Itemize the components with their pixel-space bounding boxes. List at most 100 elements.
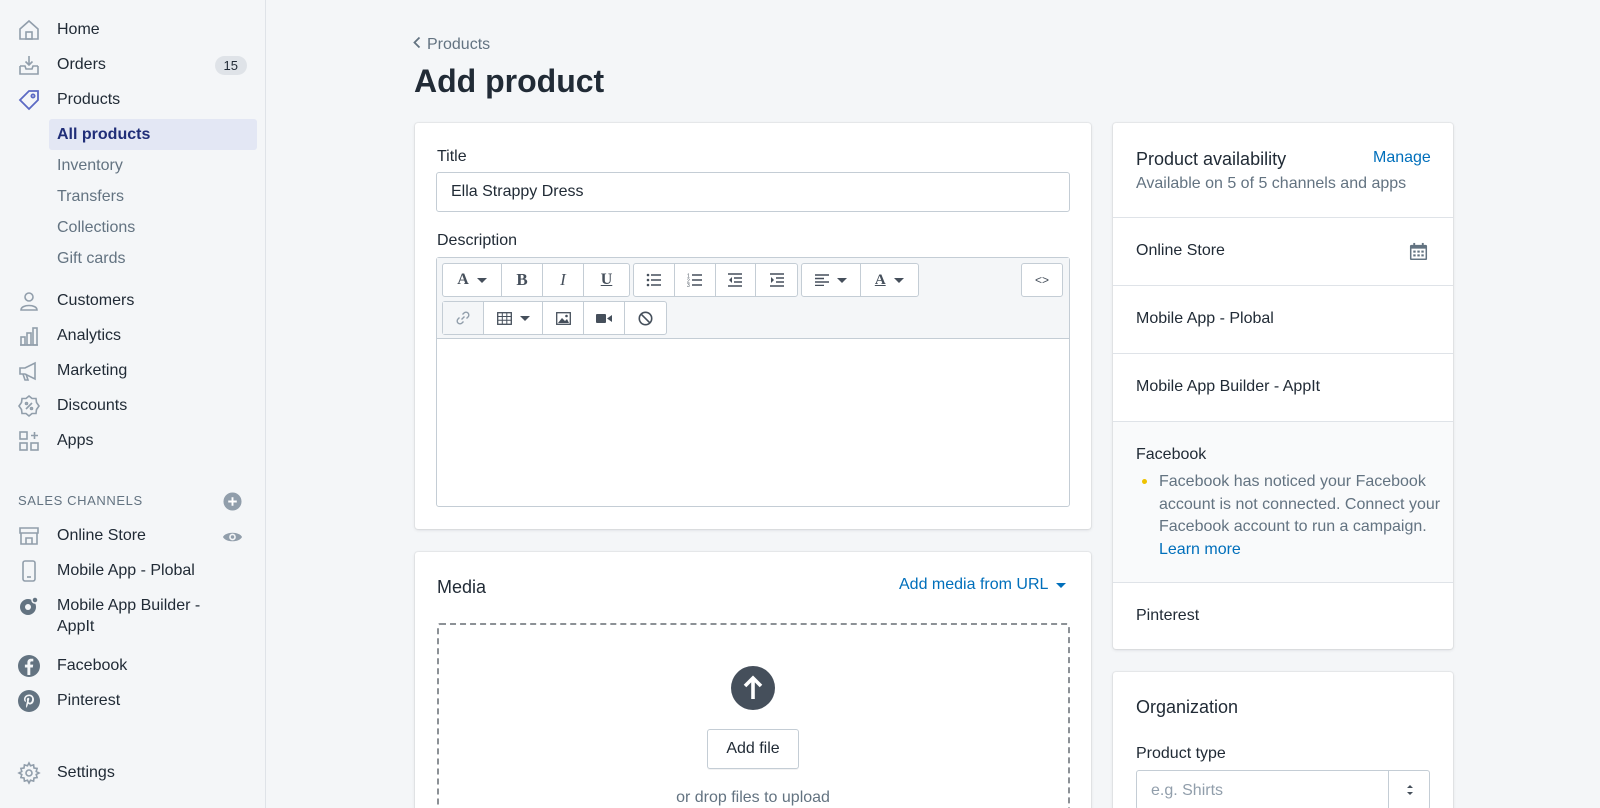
italic-icon: I — [560, 270, 566, 289]
pinterest-icon — [17, 689, 41, 713]
view-store-eye-icon[interactable] — [222, 528, 243, 546]
font-icon: A — [457, 271, 469, 288]
outdent-icon — [728, 273, 743, 287]
description-editor: A B I U 123 A <> — [436, 257, 1070, 507]
nav-apps-label: Apps — [57, 432, 94, 449]
nav-products-label: Products — [57, 91, 121, 108]
add-media-from-url-button[interactable]: Add media from URL — [899, 576, 1067, 594]
facebook-icon — [17, 654, 41, 678]
bold-icon: B — [516, 270, 528, 289]
discount-icon — [17, 394, 41, 418]
subnav-all-products[interactable]: All products — [49, 119, 257, 150]
underline-icon: U — [600, 271, 613, 288]
caret-down-icon — [1056, 582, 1067, 588]
color-dropdown-caret-icon — [893, 277, 904, 283]
nav-customers-label: Customers — [57, 292, 135, 309]
insert-image-button[interactable] — [543, 302, 584, 334]
title-input[interactable]: Ella Strappy Dress — [436, 172, 1070, 212]
page-title: Add product — [414, 63, 605, 99]
nav-home-label: Home — [57, 21, 100, 38]
customers-icon — [17, 289, 41, 313]
indent-icon — [769, 273, 784, 287]
list-indent-group: 123 — [633, 263, 798, 297]
link-icon — [456, 311, 470, 325]
insert-group — [442, 301, 667, 335]
media-dropzone[interactable] — [437, 623, 1070, 808]
home-icon — [17, 18, 41, 42]
align-dropdown-caret-icon — [836, 277, 847, 283]
channel-appit-label: Mobile App Builder - AppIt — [57, 595, 200, 637]
availability-subtitle: Available on 5 of 5 channels and apps — [1136, 175, 1407, 192]
link-button[interactable] — [443, 302, 484, 334]
availability-online-store: Online Store — [1136, 242, 1225, 259]
html-code-button[interactable]: <> — [1022, 264, 1062, 296]
text-format-group: A B I U — [442, 263, 630, 297]
italic-button[interactable]: I — [543, 264, 584, 296]
store-icon — [17, 524, 41, 548]
organization-title: Organization — [1136, 697, 1239, 717]
product-type-select[interactable]: e.g. Shirts — [1136, 770, 1430, 808]
availability-plobal: Mobile App - Plobal — [1136, 310, 1274, 327]
calendar-icon[interactable] — [1409, 242, 1428, 261]
font-dropdown-caret-icon — [476, 277, 487, 283]
clear-format-icon — [638, 311, 653, 325]
facebook-warning-text: Facebook has noticed your Facebook accou… — [1159, 473, 1441, 535]
add-sales-channel-icon[interactable] — [223, 492, 242, 511]
megaphone-icon — [17, 359, 41, 383]
text-color-button[interactable]: A — [861, 264, 919, 296]
channel-facebook[interactable]: Facebook — [0, 649, 266, 683]
analytics-icon — [17, 324, 41, 348]
drop-files-hint: or drop files to upload — [676, 789, 830, 806]
insert-video-button[interactable] — [584, 302, 625, 334]
subnav-collections[interactable]: Collections — [49, 212, 257, 243]
channel-facebook-label: Facebook — [57, 657, 128, 674]
breadcrumb-label: Products — [427, 36, 491, 53]
description-label: Description — [437, 232, 518, 249]
align-left-icon — [814, 274, 829, 286]
font-style-button[interactable]: A — [443, 264, 502, 296]
indent-button[interactable] — [756, 264, 797, 296]
align-button[interactable] — [802, 264, 861, 296]
product-type-placeholder: e.g. Shirts — [1151, 782, 1224, 799]
subnav-transfers[interactable]: Transfers — [49, 181, 257, 212]
channel-mobile-app-plobal[interactable]: Mobile App - Plobal — [0, 554, 266, 588]
availability-facebook: Facebook — [1136, 446, 1207, 463]
clear-formatting-button[interactable] — [625, 302, 666, 334]
nav-customers[interactable]: Customers — [0, 284, 266, 318]
subnav-inventory[interactable]: Inventory — [49, 150, 257, 181]
nav-analytics[interactable]: Analytics — [0, 319, 266, 353]
nav-discounts[interactable]: Discounts — [0, 389, 266, 423]
editor-toolbar: A B I U 123 A <> — [437, 258, 1069, 339]
nav-orders-label: Orders — [57, 56, 106, 73]
numbered-list-button[interactable]: 123 — [675, 264, 716, 296]
manage-channels-link[interactable]: Manage — [1373, 149, 1431, 167]
subnav-gift-cards[interactable]: Gift cards — [49, 243, 257, 274]
sidebar: Home Orders 15 Products All products Inv… — [0, 0, 266, 808]
channel-mobile-app-plobal-label: Mobile App - Plobal — [57, 562, 195, 579]
nav-settings-label: Settings — [57, 764, 115, 781]
channel-online-store-label: Online Store — [57, 527, 146, 544]
nav-apps[interactable]: Apps — [0, 424, 266, 458]
nav-marketing[interactable]: Marketing — [0, 354, 266, 388]
nav-home[interactable]: Home — [0, 13, 266, 47]
mobile-icon — [17, 559, 41, 583]
chevron-left-icon — [413, 36, 421, 54]
underline-button[interactable]: U — [584, 264, 629, 296]
nav-orders[interactable]: Orders 15 — [0, 48, 266, 82]
channel-pinterest[interactable]: Pinterest — [0, 684, 266, 718]
orders-icon — [17, 53, 41, 77]
select-divider — [1388, 771, 1389, 808]
nav-products[interactable]: Products — [0, 83, 266, 117]
channel-mobile-app-builder-appit[interactable]: Mobile App Builder - AppIt — [0, 589, 266, 641]
table-button[interactable] — [484, 302, 543, 334]
breadcrumb-back[interactable]: Products — [413, 36, 490, 54]
video-icon — [596, 313, 612, 323]
outdent-button[interactable] — [716, 264, 757, 296]
nav-settings[interactable]: Settings — [0, 756, 266, 790]
bullet-list-button[interactable] — [634, 264, 675, 296]
add-file-button[interactable]: Add file — [707, 729, 799, 769]
numbered-list-icon: 123 — [687, 274, 702, 287]
bold-button[interactable]: B — [502, 264, 543, 296]
learn-more-link[interactable]: Learn more — [1159, 541, 1241, 558]
code-group: <> — [1021, 263, 1063, 297]
